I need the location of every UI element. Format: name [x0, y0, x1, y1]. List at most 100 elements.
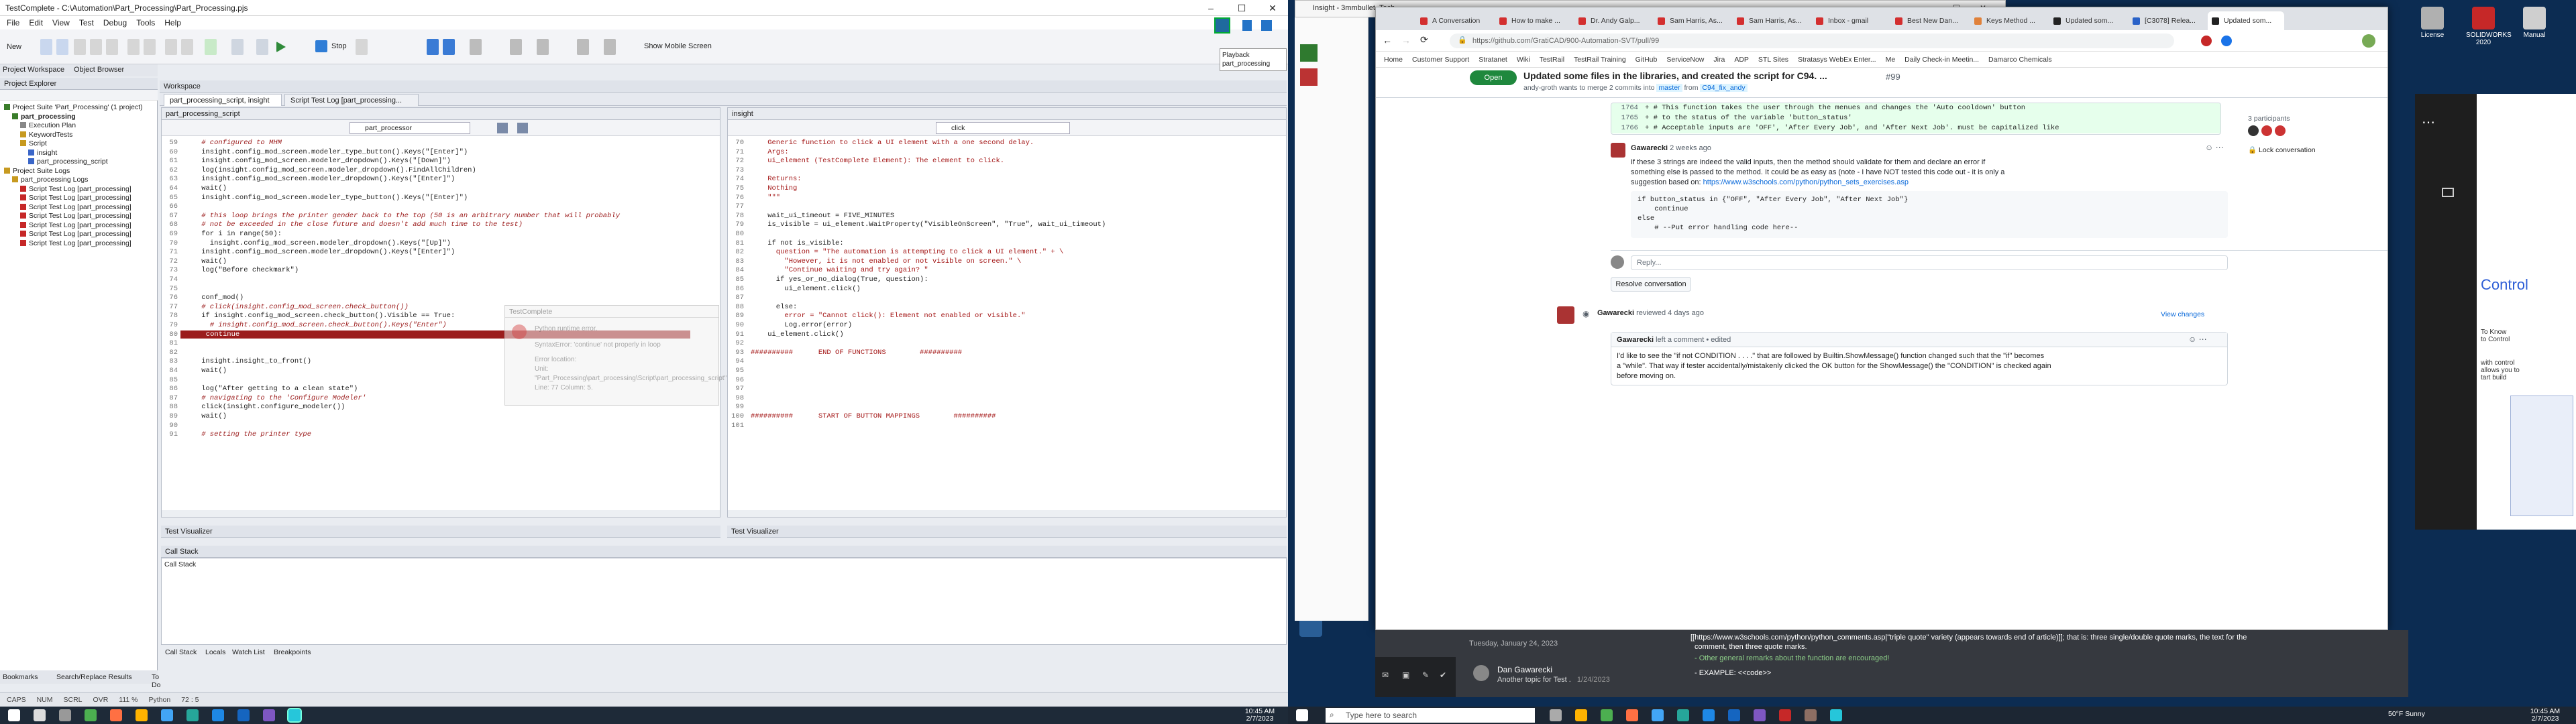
chat-user-name[interactable]: Dan Gawarecki: [1497, 665, 1552, 674]
routine-combo[interactable]: part_processor: [350, 122, 470, 134]
stop-playback-icon[interactable]: [1261, 20, 1272, 31]
desktop-icon-manual[interactable]: Manual: [2517, 7, 2552, 39]
more-icon[interactable]: ⋯: [2422, 114, 2435, 131]
bookmark-item[interactable]: ADP: [1734, 56, 1749, 64]
testcomplete-icon-right[interactable]: [1830, 709, 1842, 721]
debug-icon[interactable]: [256, 39, 268, 55]
tree-item[interactable]: Script Test Log [part_processing]: [0, 194, 158, 203]
code-line[interactable]: # click(insight.config_mod_screen.check_…: [184, 303, 409, 311]
cut-icon[interactable]: [74, 39, 86, 55]
bookmark-item[interactable]: Stratasys WebEx Enter...: [1798, 56, 1876, 64]
tree-item[interactable]: part_processing Logs: [0, 176, 158, 185]
desktop-icon-license[interactable]: License: [2415, 7, 2450, 39]
teams-icon-right[interactable]: [1754, 709, 1766, 721]
tree-item[interactable]: Script Test Log [part_processing]: [0, 221, 158, 231]
tree-item[interactable]: Script Test Log [part_processing]: [0, 203, 158, 213]
nav-forward-icon[interactable]: [517, 123, 528, 133]
insight-tool-icon[interactable]: [1300, 68, 1318, 86]
replace-icon[interactable]: [181, 39, 193, 55]
code-line[interactable]: log("Before checkmark"): [184, 266, 299, 274]
code-line[interactable]: # insight.config_mod_screen.check_button…: [184, 321, 447, 329]
code-line[interactable]: ui_element.click(): [751, 330, 843, 339]
find-icon[interactable]: [165, 39, 177, 55]
close-button[interactable]: ✕: [1257, 0, 1288, 16]
mobile-screen-button[interactable]: Show Mobile Screen: [644, 42, 712, 50]
address-bar[interactable]: https://github.com/GratiCAD/900-Automati…: [1450, 34, 2174, 48]
bookmark-item[interactable]: GitHub: [1635, 56, 1658, 64]
code-line[interactable]: log("After getting to a clean state"): [184, 385, 358, 393]
reviewer-avatar[interactable]: [1557, 306, 1574, 324]
tree-item[interactable]: insight: [0, 149, 158, 158]
review-author[interactable]: Gawarecki: [1597, 309, 1634, 317]
code-line[interactable]: Generic function to click a UI element w…: [751, 139, 1034, 147]
tab-script-test-log[interactable]: Script Test Log [part_processing...: [284, 94, 419, 106]
clock-left[interactable]: 10:45 AM 2/7/2023: [1233, 708, 1287, 723]
code-line[interactable]: error = "Cannot click(): Element not ena…: [751, 312, 1025, 320]
app-taskbar-icon[interactable]: [161, 709, 173, 721]
tree-item[interactable]: Script Test Log [part_processing]: [0, 239, 158, 249]
stop-icon[interactable]: [315, 40, 327, 52]
browser-tab[interactable]: Best New Dan...: [1891, 11, 1968, 30]
comment-1-author[interactable]: Gawarecki: [1631, 144, 1668, 152]
copy-icon[interactable]: [90, 39, 102, 55]
code-line[interactable]: if yes_or_no_dialog(True, question):: [751, 276, 928, 284]
code-line[interactable]: "However, it is not enabled or not visib…: [751, 257, 1021, 265]
spy-icon[interactable]: [510, 39, 522, 55]
tree-item[interactable]: Project Suite Logs: [0, 167, 158, 176]
code-line[interactable]: ui_element.click(): [751, 285, 860, 293]
pause-playback-icon[interactable]: [1242, 20, 1252, 31]
browser-tab[interactable]: Keys Method ...: [1970, 11, 2047, 30]
chat-user-avatar[interactable]: [1473, 665, 1489, 681]
mobile-icon[interactable]: [604, 39, 616, 55]
code-line[interactable]: else:: [751, 303, 798, 311]
playback-toolbar-icon[interactable]: [1214, 17, 1230, 34]
code-line[interactable]: insight.config_mod_screen.modeler_dropdo…: [184, 175, 455, 183]
settings-icon[interactable]: [231, 39, 244, 55]
chat-tool-icon-1[interactable]: ✉: [1382, 670, 1389, 680]
code-line[interactable]: for i in range(50):: [184, 230, 282, 238]
chat-tool-icon-3[interactable]: ✎: [1422, 670, 1429, 680]
maximize-button[interactable]: ☐: [1226, 0, 1257, 16]
step-over-icon[interactable]: [443, 39, 455, 55]
image-icon[interactable]: [577, 39, 589, 55]
code-line[interactable]: "Continue waiting and try again? ": [751, 266, 928, 274]
tab-search-replace[interactable]: Search/Replace Results: [56, 673, 132, 681]
object-icon[interactable]: [537, 39, 549, 55]
vscode-taskbar-icon[interactable]: [212, 709, 224, 721]
testcomplete-taskbar-icon[interactable]: [287, 708, 302, 723]
menu-view[interactable]: View: [52, 18, 70, 27]
code-line[interactable]: if not is_visible:: [751, 239, 843, 247]
reload-icon[interactable]: ⟳: [1420, 34, 1428, 46]
right-hscroll[interactable]: [728, 510, 1286, 517]
chat-tool-icon-2[interactable]: ▣: [1402, 670, 1409, 680]
tab-breakpoints[interactable]: Breakpoints: [274, 648, 311, 656]
code-line[interactable]: if insight.config_mod_screen.check_butto…: [184, 312, 455, 320]
extension-icon[interactable]: [2201, 36, 2212, 46]
comment-2-edited[interactable]: • edited: [1706, 336, 1731, 344]
participant-avatar-2[interactable]: [2261, 125, 2272, 136]
menu-help[interactable]: Help: [164, 18, 181, 27]
word-icon-right[interactable]: [1728, 709, 1740, 721]
code-line[interactable]: is_visible = ui_element.WaitProperty("Vi…: [751, 221, 1106, 229]
code-line[interactable]: wait(): [184, 412, 227, 420]
browser-tab[interactable]: Sam Harris, As...: [1654, 11, 1730, 30]
tab-todo[interactable]: To Do: [152, 673, 160, 689]
tab-object-browser[interactable]: Object Browser: [74, 66, 124, 74]
code-line[interactable]: insight.config_mod_screen.modeler_dropdo…: [184, 239, 451, 247]
firefox-icon-right[interactable]: [1626, 709, 1638, 721]
comment-2-author[interactable]: Gawarecki: [1617, 336, 1654, 344]
tab-call-stack[interactable]: Call Stack: [165, 648, 197, 656]
code-line[interactable]: question = "The automation is attempting…: [751, 248, 1063, 256]
excel-taskbar-icon[interactable]: [186, 709, 199, 721]
desktop-icon-solidworks[interactable]: SOLIDWORKS 2020: [2466, 7, 2512, 46]
code-line[interactable]: insight.config_mod_screen.modeler_dropdo…: [184, 157, 451, 165]
menu-tools[interactable]: Tools: [136, 18, 155, 27]
bookmark-item[interactable]: Jira: [1713, 56, 1725, 64]
new-button[interactable]: New: [7, 43, 21, 51]
code-line[interactable]: Nothing: [751, 184, 797, 192]
tree-item[interactable]: KeywordTests: [0, 131, 158, 140]
stop-label[interactable]: Stop: [331, 42, 347, 50]
record-icon[interactable]: [205, 39, 217, 55]
tree-item[interactable]: Script Test Log [part_processing]: [0, 230, 158, 239]
word-taskbar-icon[interactable]: [237, 709, 250, 721]
